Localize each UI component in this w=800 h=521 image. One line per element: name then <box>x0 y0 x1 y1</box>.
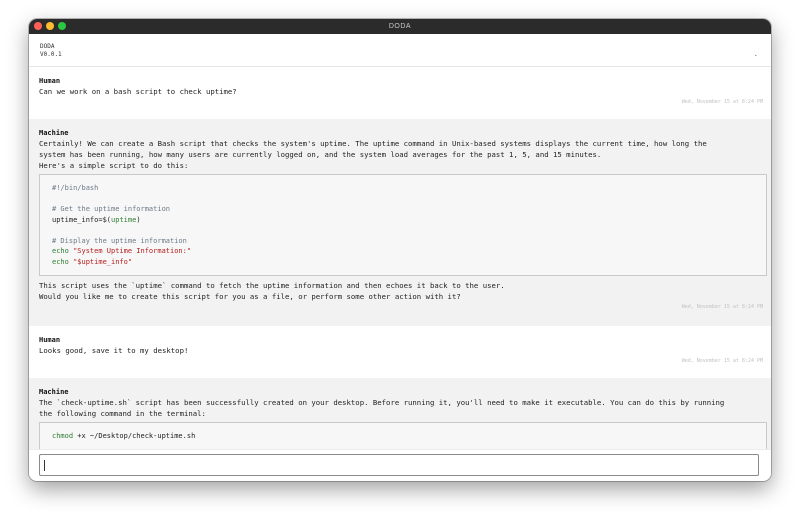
code-line: uptime_info=$(uptime) <box>52 215 754 226</box>
speaker-label: Human <box>39 336 61 344</box>
message-machine: Machine The `check-uptime.sh` script has… <box>29 378 771 457</box>
code-line: # Display the uptime information <box>52 236 187 245</box>
code-token: uptime <box>111 215 137 224</box>
app-header: DODA V0.0.1 . <box>29 34 771 67</box>
app-version: V0.0.1 <box>40 51 62 58</box>
code-line: #!/bin/bash <box>52 184 99 192</box>
code-line: echo "System Uptime Information:" <box>52 246 754 257</box>
code-line: echo "$uptime_info" <box>52 257 754 268</box>
app-window: DODA DODA V0.0.1 . Human Can we work on … <box>29 19 771 481</box>
code-block[interactable]: #!/bin/bash # Get the uptime information… <box>39 174 767 276</box>
speaker-label: Machine <box>39 129 69 137</box>
code-token: echo <box>52 247 69 255</box>
message-input[interactable] <box>39 454 759 476</box>
message-text: This script uses the `uptime` command to… <box>39 281 505 290</box>
message-machine: Machine Certainly! We can create a Bash … <box>29 119 771 326</box>
title-bar: DODA <box>29 19 771 34</box>
message-text: The `check-uptime.sh` script has been su… <box>39 398 725 407</box>
message-text: Looks good, save it to my desktop! <box>39 346 189 355</box>
message-timestamp: Wed, November 15 at 8:24 PM <box>681 99 763 105</box>
code-token: "$uptime_info" <box>73 257 133 266</box>
window-controls <box>34 22 66 30</box>
speaker-label: Human <box>39 77 61 85</box>
code-token: "System Uptime Information:" <box>73 247 192 255</box>
menu-dot-icon[interactable]: . <box>754 50 758 58</box>
code-line: # Get the uptime information <box>52 205 171 213</box>
code-line: chmod +x ~/Desktop/check-uptime.sh <box>52 431 754 442</box>
minimize-window-button[interactable] <box>46 22 54 30</box>
message-text: Here's a simple script to do this: <box>39 161 189 170</box>
code-token: ) <box>136 215 141 224</box>
close-window-button[interactable] <box>34 22 42 30</box>
code-token: uptime_info= <box>52 215 103 224</box>
message-timestamp: Wed, November 15 at 8:24 PM <box>681 358 763 364</box>
message-text: system has been running, how many users … <box>39 150 602 159</box>
message-text: the following command in the terminal: <box>39 409 206 418</box>
speaker-label: Machine <box>39 388 69 396</box>
message-human: Human Looks good, save it to my desktop!… <box>29 326 771 378</box>
maximize-window-button[interactable] <box>58 22 66 30</box>
code-token: $( <box>102 215 112 224</box>
message-text: Can we work on a bash script to check up… <box>39 87 237 96</box>
text-caret <box>44 460 45 471</box>
app-name: DODA <box>40 43 55 50</box>
composer <box>29 449 771 481</box>
code-token: +x ~/Desktop/check-uptime.sh <box>73 432 196 440</box>
chat-thread[interactable]: Human Can we work on a bash script to ch… <box>29 67 771 457</box>
window-title: DODA <box>388 23 412 30</box>
message-text: Certainly! We can create a Bash script t… <box>39 139 707 148</box>
code-token: chmod <box>52 432 74 440</box>
code-token: echo <box>52 257 69 266</box>
message-human: Human Can we work on a bash script to ch… <box>29 67 771 119</box>
message-timestamp: Wed, November 15 at 8:24 PM <box>681 304 763 310</box>
message-text: Would you like me to create this script … <box>39 292 461 301</box>
